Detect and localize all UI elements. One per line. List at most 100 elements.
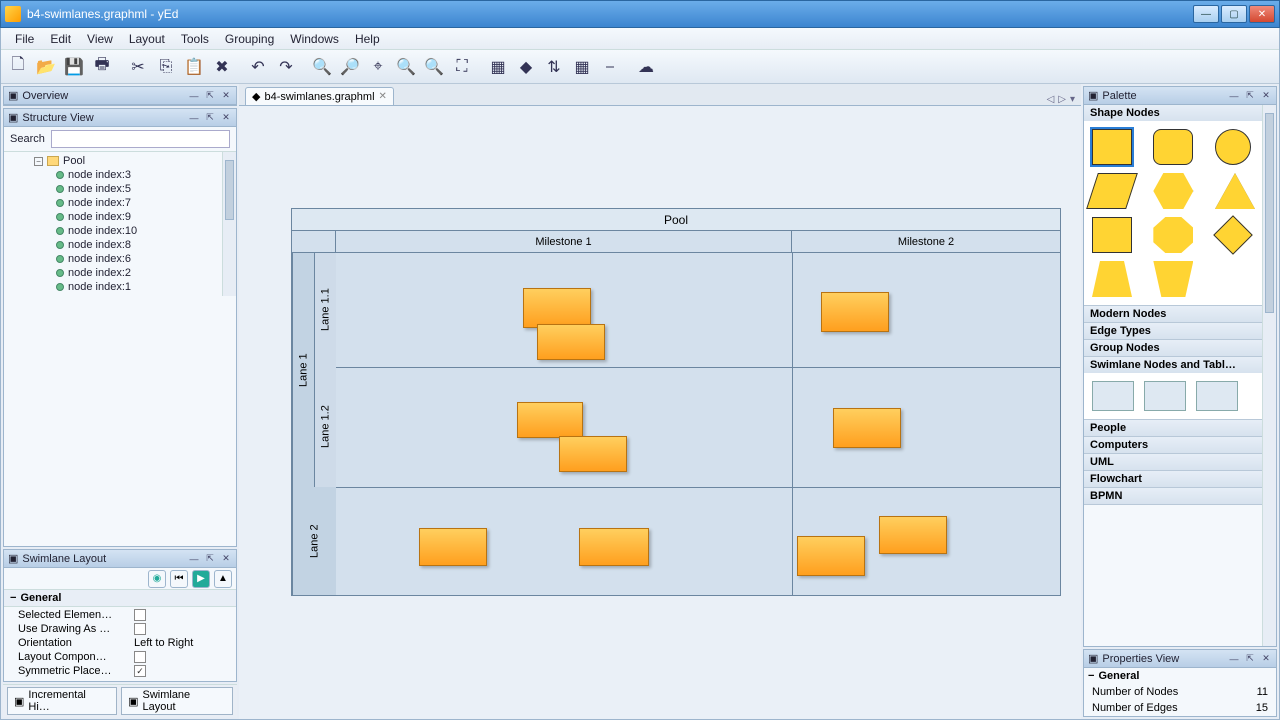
grid-button[interactable]: ▦ <box>569 54 595 80</box>
panel-minimize[interactable]: — <box>1228 90 1240 102</box>
menu-windows[interactable]: Windows <box>282 30 347 48</box>
menu-file[interactable]: File <box>7 30 42 48</box>
minimize-button[interactable]: — <box>1193 5 1219 23</box>
expand-icon[interactable]: − <box>10 592 16 604</box>
panel-close[interactable]: ✕ <box>220 90 232 102</box>
panel-pin[interactable]: ⇱ <box>1244 653 1256 665</box>
tree-node[interactable]: node index:2 <box>4 266 236 280</box>
panel-close[interactable]: ✕ <box>1260 90 1272 102</box>
paste-button[interactable]: 📋 <box>181 54 207 80</box>
new-button[interactable]: 🗋 <box>5 54 31 80</box>
shape-trapezoid2[interactable] <box>1153 261 1193 297</box>
fit-button[interactable]: ⛶ <box>449 54 475 80</box>
sec-modern-nodes[interactable]: Modern Nodes <box>1090 308 1166 320</box>
sec-shape-nodes[interactable]: Shape Nodes <box>1090 107 1160 119</box>
tree-scrollbar[interactable] <box>222 152 236 296</box>
tree-node[interactable]: node index:8 <box>4 238 236 252</box>
print-button[interactable]: 🖶 <box>89 54 115 80</box>
sl-play-button[interactable]: ▶ <box>192 570 210 588</box>
swimlane-thumb-3[interactable] <box>1196 381 1238 411</box>
panel-close[interactable]: ✕ <box>1260 653 1272 665</box>
graph-node[interactable] <box>517 402 583 438</box>
tab-swimlane[interactable]: ▣Swimlane Layout <box>121 687 233 715</box>
sl-up-button[interactable]: ▲ <box>214 570 232 588</box>
sec-people[interactable]: People <box>1090 422 1126 434</box>
palette-scrollbar[interactable] <box>1262 105 1276 646</box>
close-tab-icon[interactable]: ✕ <box>379 91 387 102</box>
shape-ellipse[interactable] <box>1215 129 1251 165</box>
cloud-button[interactable]: ☁ <box>633 54 659 80</box>
sec-computers[interactable]: Computers <box>1090 439 1148 451</box>
orth-edge-button[interactable]: ⇅ <box>541 54 567 80</box>
panel-minimize[interactable]: — <box>188 90 200 102</box>
sec-group-nodes[interactable]: Group Nodes <box>1090 342 1160 354</box>
select-mode-button[interactable]: ▦ <box>485 54 511 80</box>
graph-canvas[interactable]: Pool Milestone 1 Milestone 2 Lane 1 Lane… <box>239 106 1081 719</box>
graph-node[interactable] <box>797 536 865 576</box>
graph-node[interactable] <box>559 436 627 472</box>
expand-icon[interactable]: − <box>1088 670 1094 682</box>
zoom-sel-button[interactable]: 🔍 <box>393 54 419 80</box>
tree-collapse-icon[interactable]: − <box>34 157 43 166</box>
zoom-1to1-button[interactable]: ⌖ <box>365 54 391 80</box>
shape-square[interactable] <box>1092 217 1132 253</box>
tab-incremental[interactable]: ▣Incremental Hi… <box>7 687 117 715</box>
sec-uml[interactable]: UML <box>1090 456 1114 468</box>
edge-mode-button[interactable]: ◆ <box>513 54 539 80</box>
tab-next[interactable]: ▷ <box>1058 94 1066 105</box>
panel-pin[interactable]: ⇱ <box>204 112 216 124</box>
graph-node[interactable] <box>419 528 487 566</box>
panel-close[interactable]: ✕ <box>220 553 232 565</box>
open-button[interactable]: 📂 <box>33 54 59 80</box>
tree-node[interactable]: node index:1 <box>4 280 236 294</box>
undo-button[interactable]: ↶ <box>245 54 271 80</box>
cut-button[interactable]: ✂ <box>125 54 151 80</box>
shape-trapezoid[interactable] <box>1092 261 1132 297</box>
panel-minimize[interactable]: — <box>188 112 200 124</box>
shape-rounded-rect[interactable] <box>1153 129 1193 165</box>
graph-node[interactable] <box>821 292 889 332</box>
sec-bpmn[interactable]: BPMN <box>1090 490 1122 502</box>
sl-prev-button[interactable]: ⏮ <box>170 570 188 588</box>
graph-node[interactable] <box>833 408 901 448</box>
document-tab[interactable]: ◆ b4-swimlanes.graphml ✕ <box>245 87 394 105</box>
sl-orientation-value[interactable]: Left to Right <box>134 637 230 649</box>
graph-node[interactable] <box>523 288 591 328</box>
shape-parallelogram[interactable] <box>1086 173 1138 209</box>
shape-octagon[interactable] <box>1153 217 1193 253</box>
menu-help[interactable]: Help <box>347 30 388 48</box>
sec-edge-types[interactable]: Edge Types <box>1090 325 1151 337</box>
menu-tools[interactable]: Tools <box>173 30 217 48</box>
sec-flowchart[interactable]: Flowchart <box>1090 473 1142 485</box>
zoom-out-button[interactable]: 🔎 <box>337 54 363 80</box>
maximize-button[interactable]: ▢ <box>1221 5 1247 23</box>
zoom-in-button[interactable]: 🔍 <box>309 54 335 80</box>
swimlane-thumb-2[interactable] <box>1144 381 1186 411</box>
panel-pin[interactable]: ⇱ <box>204 553 216 565</box>
sl-reset-button[interactable]: ◉ <box>148 570 166 588</box>
zoom-sel2-button[interactable]: 🔍 <box>421 54 447 80</box>
menu-grouping[interactable]: Grouping <box>217 30 282 48</box>
tree-node[interactable]: node index:9 <box>4 210 236 224</box>
swimlane-thumb-1[interactable] <box>1092 381 1134 411</box>
save-button[interactable]: 💾 <box>61 54 87 80</box>
shape-rectangle[interactable] <box>1092 129 1132 165</box>
sl-layoutcomp-checkbox[interactable] <box>134 651 146 663</box>
snap-button[interactable]: ⎯ <box>597 54 623 80</box>
panel-pin[interactable]: ⇱ <box>204 90 216 102</box>
graph-node[interactable] <box>579 528 649 566</box>
tab-prev[interactable]: ◁ <box>1047 94 1055 105</box>
delete-button[interactable]: ✖ <box>209 54 235 80</box>
tree-node[interactable]: node index:3 <box>4 168 236 182</box>
panel-pin[interactable]: ⇱ <box>1244 90 1256 102</box>
tab-list[interactable]: ▾ <box>1070 94 1075 105</box>
tree-node[interactable]: node index:7 <box>4 196 236 210</box>
sl-selected-checkbox[interactable] <box>134 609 146 621</box>
menu-edit[interactable]: Edit <box>42 30 79 48</box>
shape-diamond[interactable] <box>1213 215 1253 255</box>
panel-minimize[interactable]: — <box>1228 653 1240 665</box>
menu-view[interactable]: View <box>79 30 121 48</box>
close-button[interactable]: ✕ <box>1249 5 1275 23</box>
shape-triangle[interactable] <box>1215 173 1255 209</box>
search-input[interactable] <box>51 130 230 148</box>
